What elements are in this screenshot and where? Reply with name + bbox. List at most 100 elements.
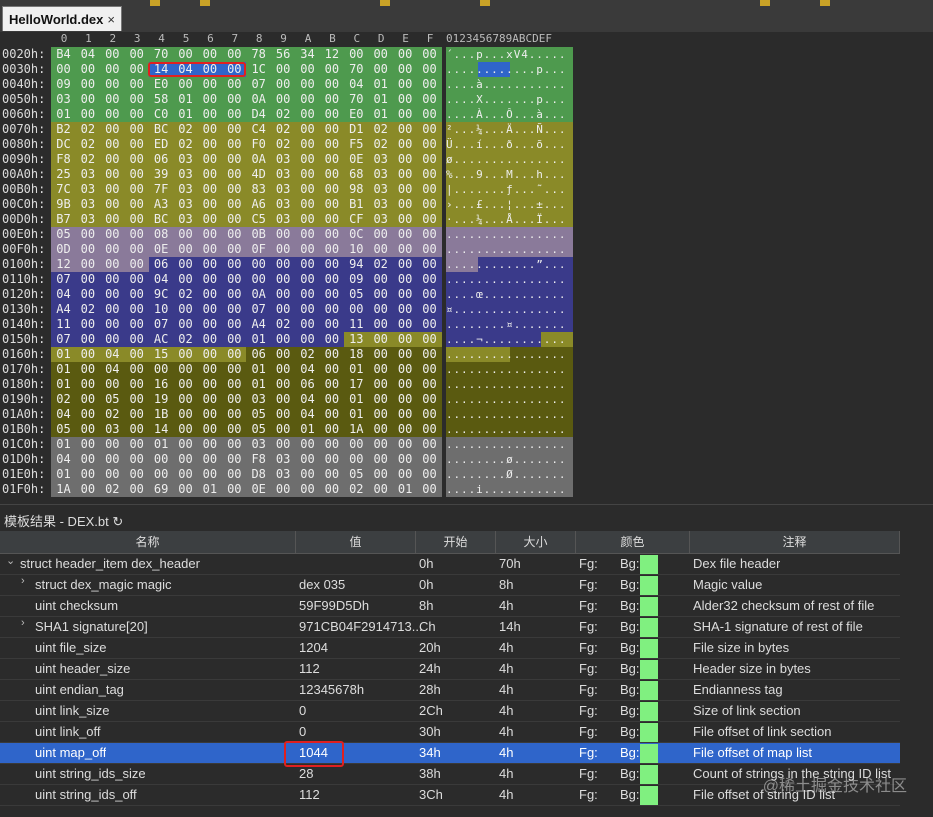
hex-byte[interactable]: 00: [173, 467, 198, 482]
hex-row[interactable]: 0140h: 11 00 00 00 07 00 00 00 A4 02 00 00 11 00 00 00..…: [0, 317, 580, 332]
hex-byte[interactable]: 00: [197, 92, 223, 107]
hex-byte[interactable]: 00: [173, 452, 198, 467]
hex-byte[interactable]: 00: [221, 227, 247, 242]
hex-byte[interactable]: 00: [173, 317, 198, 332]
hex-byte[interactable]: 00: [75, 437, 101, 452]
hex-byte[interactable]: 00: [75, 107, 101, 122]
hex-byte[interactable]: 00: [197, 422, 223, 437]
hex-byte[interactable]: 00: [75, 482, 101, 497]
hex-byte[interactable]: 00: [270, 257, 296, 272]
hex-byte[interactable]: 07: [51, 332, 76, 347]
ascii-text[interactable]: ....i...........: [446, 482, 573, 497]
bg-color-swatch[interactable]: [640, 576, 658, 595]
hex-byte[interactable]: 01: [246, 332, 272, 347]
hex-byte[interactable]: 00: [221, 377, 247, 392]
hex-byte[interactable]: 00: [197, 377, 223, 392]
hex-byte[interactable]: 01: [51, 437, 76, 452]
hex-byte[interactable]: 02: [368, 137, 394, 152]
toolbar-icon[interactable]: [150, 0, 160, 6]
bg-color-swatch[interactable]: [640, 597, 658, 616]
hex-byte[interactable]: 02: [368, 122, 394, 137]
hex-byte[interactable]: 04: [295, 392, 320, 407]
hex-byte[interactable]: 00: [173, 77, 198, 92]
hex-byte[interactable]: 00: [124, 47, 150, 62]
hex-byte[interactable]: 00: [319, 92, 345, 107]
hex-byte[interactable]: 00: [343, 47, 369, 62]
hex-byte[interactable]: 00: [99, 122, 125, 137]
hex-byte[interactable]: 00: [319, 467, 345, 482]
hex-byte[interactable]: 00: [319, 107, 345, 122]
header-color[interactable]: 颜色: [576, 531, 690, 553]
hex-byte[interactable]: 10: [343, 242, 369, 257]
hex-byte[interactable]: 00: [392, 62, 418, 77]
hex-byte[interactable]: 00: [319, 452, 345, 467]
hex-byte[interactable]: 00: [197, 362, 223, 377]
hex-byte[interactable]: 00: [173, 482, 198, 497]
hex-byte[interactable]: 00: [197, 317, 223, 332]
hex-byte[interactable]: 09: [343, 272, 369, 287]
hex-byte[interactable]: 00: [270, 482, 296, 497]
hex-byte[interactable]: 00: [75, 272, 101, 287]
hex-byte[interactable]: 00: [197, 47, 223, 62]
hex-byte[interactable]: 00: [221, 92, 247, 107]
hex-byte[interactable]: 00: [99, 437, 125, 452]
hex-byte[interactable]: 00: [221, 77, 247, 92]
hex-byte[interactable]: B2: [51, 122, 76, 137]
hex-byte[interactable]: 00: [99, 137, 125, 152]
ascii-text[interactable]: ............p...: [446, 62, 573, 77]
hex-byte[interactable]: 00: [392, 467, 418, 482]
hex-byte[interactable]: 00: [392, 347, 418, 362]
hex-byte[interactable]: 00: [417, 257, 442, 272]
ascii-text[interactable]: ................: [446, 377, 573, 392]
hex-byte[interactable]: 01: [51, 347, 76, 362]
hex-byte[interactable]: 02: [99, 407, 125, 422]
hex-byte[interactable]: A4: [246, 317, 272, 332]
hex-byte[interactable]: 00: [197, 152, 223, 167]
hex-byte[interactable]: 03: [246, 437, 272, 452]
hex-byte[interactable]: 00: [246, 272, 272, 287]
hex-byte[interactable]: 00: [221, 392, 247, 407]
ascii-text[interactable]: ................: [446, 437, 573, 452]
hex-byte[interactable]: 00: [392, 392, 418, 407]
hex-byte[interactable]: 00: [417, 437, 442, 452]
hex-byte[interactable]: 00: [99, 62, 125, 77]
header-name[interactable]: 名称: [0, 531, 296, 553]
hex-byte[interactable]: 00: [221, 167, 247, 182]
hex-byte[interactable]: 05: [343, 287, 369, 302]
hex-byte[interactable]: 00: [124, 332, 150, 347]
hex-byte[interactable]: 00: [221, 122, 247, 137]
hex-byte[interactable]: B4: [51, 47, 76, 62]
hex-byte[interactable]: 00: [124, 77, 150, 92]
hex-byte[interactable]: 00: [392, 287, 418, 302]
hex-byte[interactable]: 00: [124, 317, 150, 332]
hex-byte[interactable]: 00: [99, 242, 125, 257]
hex-byte[interactable]: 00: [221, 437, 247, 452]
hex-byte[interactable]: 68: [343, 167, 369, 182]
hex-row[interactable]: 0040h: 09 00 00 00 E0 00 00 00 07 00 00 00 04 01 00 00..…: [0, 77, 580, 92]
hex-byte[interactable]: 00: [270, 407, 296, 422]
hex-byte[interactable]: 00: [319, 272, 345, 287]
hex-byte[interactable]: 00: [368, 377, 394, 392]
hex-byte[interactable]: 00: [417, 62, 442, 77]
bg-color-swatch[interactable]: [640, 639, 658, 658]
hex-row[interactable]: 0170h: 01 00 04 00 00 00 00 00 01 00 04 00 01 00 00 00..…: [0, 362, 580, 377]
hex-byte[interactable]: 00: [221, 467, 247, 482]
hex-byte[interactable]: B1: [343, 197, 369, 212]
hex-byte[interactable]: F8: [51, 152, 76, 167]
hex-byte[interactable]: 07: [246, 302, 272, 317]
hex-byte[interactable]: 00: [99, 272, 125, 287]
hex-byte[interactable]: 00: [319, 167, 345, 182]
header-start[interactable]: 开始: [416, 531, 496, 553]
ascii-text[interactable]: ·...¼...Å...Ï...: [446, 212, 573, 227]
hex-byte[interactable]: 00: [270, 272, 296, 287]
hex-byte[interactable]: 02: [173, 122, 198, 137]
hex-byte[interactable]: 00: [148, 467, 174, 482]
hex-byte[interactable]: 00: [392, 452, 418, 467]
hex-byte[interactable]: 70: [148, 47, 174, 62]
hex-byte[interactable]: 15: [148, 347, 174, 362]
hex-byte[interactable]: 00: [368, 392, 394, 407]
hex-byte[interactable]: 00: [221, 332, 247, 347]
hex-byte[interactable]: 00: [368, 467, 394, 482]
hex-byte[interactable]: 02: [368, 257, 394, 272]
hex-byte[interactable]: 00: [295, 332, 320, 347]
